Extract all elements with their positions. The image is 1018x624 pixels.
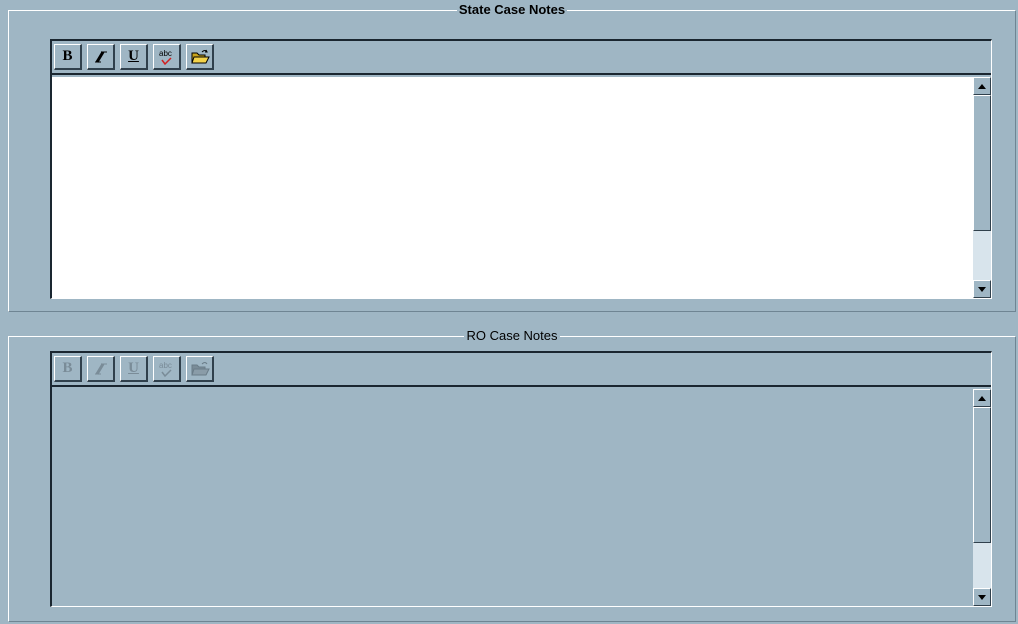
open-file-button[interactable] <box>186 44 214 70</box>
state-notes-editor[interactable] <box>52 77 991 298</box>
ro-case-notes-panel: RO Case Notes B U abc <box>8 328 1016 622</box>
arrow-up-icon <box>978 395 986 401</box>
italic-button[interactable] <box>87 44 115 70</box>
spellcheck-icon: abc <box>159 361 172 377</box>
svg-text:abc: abc <box>159 361 172 370</box>
state-case-notes-panel: State Case Notes B U abc <box>8 2 1016 312</box>
ro-notes-scrollbar[interactable] <box>973 389 991 606</box>
underline-button-disabled: U <box>120 356 148 382</box>
state-notes-scrollbar[interactable] <box>973 77 991 298</box>
arrow-down-icon <box>978 594 986 600</box>
ro-case-notes-title: RO Case Notes <box>464 328 560 343</box>
italic-icon <box>94 50 107 63</box>
scroll-thumb[interactable] <box>973 95 991 231</box>
italic-button-disabled <box>87 356 115 382</box>
state-notes-frame: B U abc <box>50 39 992 299</box>
underline-button[interactable]: U <box>120 44 148 70</box>
scroll-thumb[interactable] <box>973 407 991 543</box>
scroll-down-button[interactable] <box>973 280 991 298</box>
scroll-down-button[interactable] <box>973 588 991 606</box>
bold-button[interactable]: B <box>54 44 82 70</box>
state-case-notes-title: State Case Notes <box>456 2 568 17</box>
arrow-down-icon <box>978 286 986 292</box>
folder-open-icon <box>190 49 210 63</box>
scroll-up-button[interactable] <box>973 389 991 407</box>
open-file-button-disabled <box>186 356 214 382</box>
bold-button-disabled: B <box>54 356 82 382</box>
scroll-up-button[interactable] <box>973 77 991 95</box>
arrow-up-icon <box>978 83 986 89</box>
ro-notes-editor <box>52 389 991 606</box>
ro-notes-frame: B U abc <box>50 351 992 607</box>
ro-notes-textarea <box>52 389 973 606</box>
ro-notes-toolbar: B U abc <box>52 353 991 387</box>
italic-icon <box>94 362 107 375</box>
state-notes-toolbar: B U abc <box>52 41 991 75</box>
spellcheck-button[interactable]: abc <box>153 44 181 70</box>
state-notes-textarea[interactable] <box>52 77 973 298</box>
svg-text:abc: abc <box>159 49 172 58</box>
spellcheck-button-disabled: abc <box>153 356 181 382</box>
folder-open-icon <box>190 361 210 375</box>
spellcheck-icon: abc <box>159 49 172 65</box>
